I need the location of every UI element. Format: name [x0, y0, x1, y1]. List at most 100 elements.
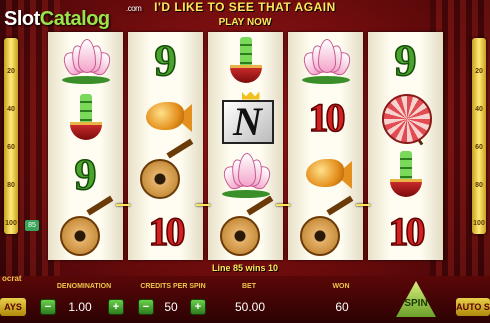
reel-2: 9 10 — [128, 32, 203, 260]
reel-1: 9 — [48, 32, 123, 260]
ten-symbol: 10 — [376, 206, 436, 258]
reel-5: 9 10 — [368, 32, 443, 260]
ten-glyph: 10 — [388, 208, 427, 255]
petal-icon — [317, 38, 336, 73]
credits-per-spin-value: 50 — [164, 300, 178, 314]
reel-cell: 9 — [368, 32, 443, 89]
bamboo-symbol — [216, 35, 276, 87]
bamboo-icon — [399, 150, 412, 183]
denomination-plus-button[interactable]: + — [108, 299, 124, 315]
logo-text-b: Catalog — [39, 8, 110, 30]
reel-cell: N — [208, 89, 283, 146]
lotus-symbol — [296, 35, 356, 87]
lute-symbol — [56, 195, 116, 258]
wild-symbol: N — [216, 91, 276, 144]
lotus-symbol — [56, 35, 116, 87]
reel-4: 10 — [288, 32, 363, 260]
bamboo-symbol — [376, 149, 436, 201]
bet-label: BET — [242, 283, 256, 290]
bamboo-symbol — [56, 92, 116, 144]
nine-glyph: 9 — [154, 35, 178, 86]
logo-text-a: Slot — [4, 8, 40, 30]
credits-per-spin-label: CREDITS PER SPIN — [140, 283, 206, 290]
play-lines-button[interactable]: AYS — [0, 298, 26, 316]
reel-cell: 9 — [128, 32, 203, 89]
bowl-icon — [69, 121, 102, 140]
lute-icon — [299, 215, 340, 256]
reel-cell: 10 — [128, 203, 203, 260]
payline-segment — [356, 204, 370, 206]
reel-cell: 10 — [368, 203, 443, 260]
goldfish-icon — [305, 158, 344, 187]
active-line-marker: 85 — [25, 220, 39, 231]
leaf-icon — [61, 75, 110, 84]
lute-icon — [59, 215, 100, 256]
wild-glyph: N — [221, 99, 274, 144]
ten-glyph: 10 — [148, 208, 187, 255]
petal-icon — [237, 152, 256, 187]
lute-icon — [219, 215, 260, 256]
meter-tick: 40 — [475, 106, 483, 113]
meter-tick: 100 — [5, 220, 17, 227]
nine-glyph: 9 — [74, 149, 98, 200]
reel-cell — [128, 138, 203, 203]
bowl-icon — [389, 178, 422, 197]
reel-cell — [48, 195, 123, 260]
reel-cell — [128, 89, 203, 146]
lute-symbol — [216, 195, 276, 258]
meter-tick: 20 — [475, 68, 483, 75]
game-stage: I'D LIKE TO SEE THAT AGAIN PLAY NOW Slot… — [0, 0, 490, 323]
meter-tick: 80 — [7, 182, 15, 189]
won-label: WON — [332, 283, 350, 290]
bamboo-icon — [239, 36, 252, 69]
reel-cell — [288, 146, 363, 203]
autospin-button[interactable]: AUTO S — [456, 298, 490, 316]
credits-minus-button[interactable]: − — [138, 299, 154, 315]
bamboo-icon — [79, 93, 92, 126]
reel-cell: 10 — [288, 89, 363, 146]
credits-plus-button[interactable]: + — [190, 299, 206, 315]
goldfish-icon — [145, 101, 184, 130]
meter-tick: 20 — [7, 68, 15, 75]
umbrella-icon — [381, 93, 432, 144]
petal-icon — [77, 38, 96, 73]
reel-cell — [288, 32, 363, 89]
ten-symbol: 10 — [296, 92, 356, 144]
right-line-meter: 20 40 60 80 100 — [472, 38, 486, 234]
meter-tick: 60 — [7, 144, 15, 151]
nine-symbol: 9 — [376, 35, 436, 87]
spin-label: SPIN — [404, 298, 428, 309]
lute-symbol — [136, 138, 196, 201]
ten-symbol: 10 — [136, 206, 196, 258]
reel-cell — [368, 89, 443, 146]
won-value: 60 — [335, 300, 349, 314]
win-info: Line 85 wins 10 — [211, 263, 279, 273]
bowl-icon — [229, 64, 262, 83]
logo-suffix: .com — [126, 4, 142, 13]
reel-cell — [208, 195, 283, 260]
reel-cell: 9 — [48, 146, 123, 203]
umbrella-symbol — [376, 92, 436, 145]
fish-symbol — [136, 92, 196, 144]
reel-cell — [48, 89, 123, 146]
nine-symbol: 9 — [56, 149, 116, 201]
left-line-meter: 20 40 60 80 100 — [4, 38, 18, 234]
reel-cell — [208, 32, 283, 89]
reel-3: N — [208, 32, 283, 260]
fish-symbol — [296, 149, 356, 201]
reel-cell — [48, 32, 123, 89]
meter-tick: 80 — [475, 182, 483, 189]
payline-segment — [276, 204, 290, 206]
ten-glyph: 10 — [308, 94, 347, 141]
watermark-logo: SlotCatalog .com — [4, 4, 142, 31]
payline-segment — [196, 204, 210, 206]
denomination-minus-button[interactable]: − — [40, 299, 56, 315]
denomination-label: DENOMINATION — [56, 283, 112, 290]
lute-symbol — [296, 195, 356, 258]
denomination-value: 1.00 — [68, 300, 92, 314]
meter-tick: 40 — [7, 106, 15, 113]
reel-cell — [208, 146, 283, 203]
payline-segment — [116, 204, 130, 206]
lotus-symbol — [216, 149, 276, 201]
leaf-icon — [221, 189, 270, 198]
